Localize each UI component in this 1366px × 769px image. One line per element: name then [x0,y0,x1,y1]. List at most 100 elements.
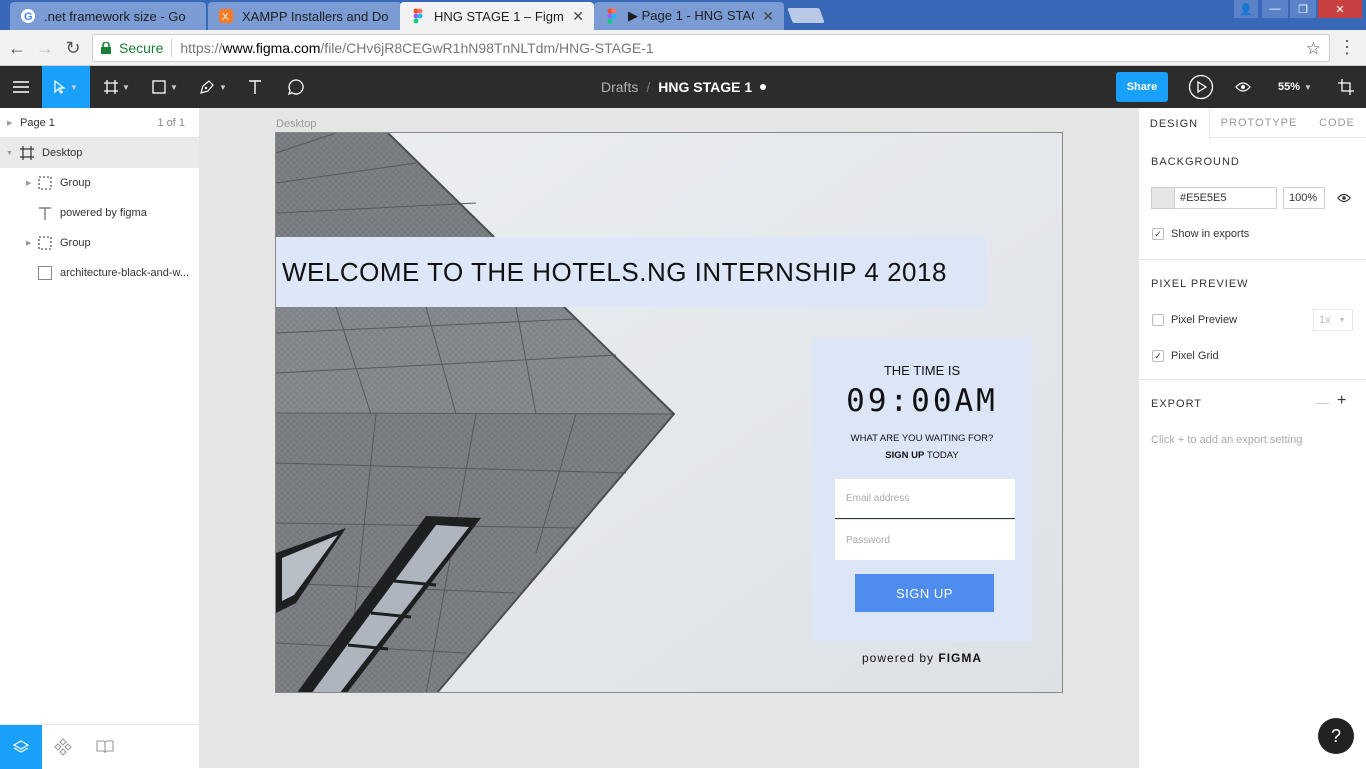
expand-arrow-icon[interactable]: ▶ [26,179,31,187]
pixel-scale-dropdown[interactable]: 1x ▼ [1313,309,1353,331]
rectangle-tool-button[interactable]: ▼ [144,66,186,108]
close-window-icon[interactable]: ✕ [1318,0,1362,18]
collapse-arrow-icon[interactable]: ▼ [6,150,13,157]
browser-tab-figma-prototype[interactable]: ▶ Page 1 - HNG STAGE ✕ [594,2,784,30]
layer-image[interactable]: architecture-black-and-w... [0,258,199,288]
file-breadcrumb: Drafts / HNG STAGE 1 [601,66,767,108]
background-color-input[interactable]: #E5E5E5 [1174,187,1277,209]
back-icon[interactable]: ← [6,37,28,59]
fullscreen-icon[interactable] [1332,66,1360,108]
group-icon [38,176,52,190]
zoom-dropdown[interactable]: 55% ▼ [1278,66,1312,108]
tab-code[interactable]: CODE [1311,108,1363,138]
user-icon[interactable]: 👤 [1234,0,1258,18]
pixel-preview-checkbox[interactable] [1152,314,1164,326]
tab-title: XAMPP Installers and Do [242,8,389,24]
layer-text[interactable]: powered by figma [0,198,199,228]
minimize-icon[interactable]: — [1262,0,1288,18]
pixel-preview-section: PIXEL PREVIEW Pixel Preview 1x ▼ ✓ Pixel … [1139,260,1366,380]
tab-prototype[interactable]: PROTOTYPE [1217,108,1301,138]
svg-text:G: G [24,11,33,23]
xampp-icon: X [219,9,233,23]
pixel-preview-label: Pixel Preview [1171,314,1238,326]
add-export-icon[interactable]: + [1337,392,1346,410]
show-in-exports-checkbox[interactable]: ✓ [1152,228,1164,240]
browser-menu-icon[interactable]: ⋮ [1338,37,1356,58]
show-in-exports-label: Show in exports [1171,228,1250,240]
present-play-icon[interactable] [1186,66,1216,108]
signup-button[interactable]: SIGN UP [855,574,994,612]
frame-label[interactable]: Desktop [276,118,316,130]
tab-title: .net framework size - Go [44,8,186,24]
figma-icon [413,8,423,24]
share-button[interactable]: Share [1116,72,1168,102]
text-icon [249,80,261,94]
powered-by-figma: powered by FIGMA [862,651,983,665]
desktop-frame[interactable]: WELCOME TO THE HOTELS.NG INTERNSHIP 4 20… [275,132,1063,693]
background-color-swatch[interactable] [1151,187,1175,209]
export-hint: Click + to add an export setting [1151,434,1303,446]
layers-panel: ▶ Page 1 1 of 1 ▼ Desktop ▶ Group powere… [0,108,200,769]
hamburger-menu-icon[interactable] [0,66,42,108]
help-button[interactable]: ? [1318,718,1354,754]
email-field[interactable]: Email address [835,479,1015,519]
new-tab-button[interactable] [787,8,825,23]
forward-icon[interactable]: → [34,37,56,59]
team-library-icon[interactable] [84,725,126,769]
pages-selector[interactable]: ▶ Page 1 1 of 1 [0,108,199,138]
lock-icon [101,42,111,54]
tab-design[interactable]: DESIGN [1139,108,1210,139]
browser-tab-xampp[interactable]: X XAMPP Installers and Do [208,2,402,30]
pixel-grid-checkbox[interactable]: ✓ [1152,350,1164,362]
url-text: https://www.figma.com/file/CHv6jR8CEGwR1… [180,40,654,56]
url-input[interactable]: Secure https://www.figma.com/file/CHv6jR… [92,34,1330,62]
address-bar: ← → ↻ Secure https://www.figma.com/file/… [0,30,1366,66]
comment-icon [287,79,304,96]
frame-tool-button[interactable]: ▼ [96,66,138,108]
file-name[interactable]: HNG STAGE 1 [658,79,752,95]
signup-today-text: SIGN UP TODAY [885,450,959,461]
figma-icon [607,8,617,24]
comment-tool-button[interactable] [280,66,312,108]
expand-arrow-icon[interactable]: ▶ [7,119,12,127]
tab-title: ▶ Page 1 - HNG STAGE [628,8,754,23]
layers-icon[interactable] [0,725,42,769]
frame-icon [104,80,119,94]
close-tab-icon[interactable]: ✕ [762,8,774,25]
layer-group[interactable]: ▶ Group [0,228,199,258]
frame-icon [20,146,34,160]
export-title: EXPORT [1151,398,1203,410]
password-field[interactable]: Password [835,520,1015,560]
pen-tool-button[interactable]: ▼ [192,66,234,108]
group-icon [38,236,52,250]
waiting-text: WHAT ARE YOU WAITING FOR? [850,433,994,444]
remove-export-icon[interactable]: — [1315,394,1329,410]
rectangle-icon [152,80,166,94]
bookmark-star-icon[interactable]: ☆ [1306,39,1321,59]
text-tool-button[interactable] [240,66,270,108]
canvas[interactable]: Desktop WELCOME TO THE HOTELS.NG INTERNS… [200,108,1138,768]
reload-icon[interactable]: ↻ [62,37,84,59]
view-eye-icon[interactable] [1230,66,1256,108]
components-icon[interactable] [42,725,84,769]
move-tool-button[interactable]: ▼ [42,66,90,108]
cursor-icon [54,80,66,94]
export-section: EXPORT — + Click + to add an export sett… [1139,380,1366,460]
properties-tabs: DESIGN PROTOTYPE CODE [1139,108,1366,139]
browser-tab-strip: G .net framework size - Go X XAMPP Insta… [0,0,1366,30]
browser-tab-google[interactable]: G .net framework size - Go [10,2,206,30]
background-opacity-input[interactable]: 100% [1283,187,1325,209]
pen-icon [200,80,214,94]
close-tab-icon[interactable]: ✕ [572,8,584,25]
visibility-eye-icon[interactable] [1337,193,1351,203]
pixel-grid-label: Pixel Grid [1171,350,1219,362]
page-name: Page 1 [20,116,55,129]
expand-arrow-icon[interactable]: ▶ [26,239,31,247]
layer-group[interactable]: ▶ Group [0,168,199,198]
maximize-icon[interactable]: ❐ [1290,0,1316,18]
google-icon: G [21,9,35,23]
browser-tab-figma-active[interactable]: HNG STAGE 1 – Figma ✕ [400,2,594,30]
secure-label: Secure [119,40,164,56]
drafts-link[interactable]: Drafts [601,79,638,95]
layer-desktop-frame[interactable]: ▼ Desktop [0,138,199,168]
